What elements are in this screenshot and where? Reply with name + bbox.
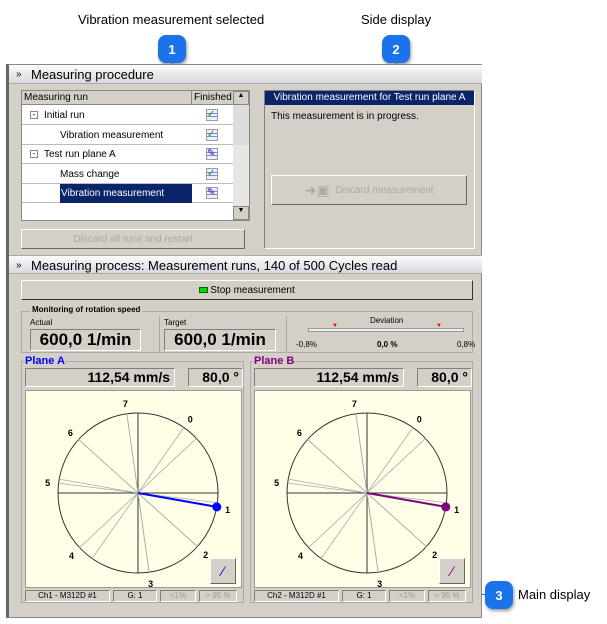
position-label: 2 <box>203 550 208 560</box>
measuring-process-header[interactable]: » Measuring process: Measurement runs, 14… <box>9 255 482 274</box>
callout-label-3: Main display <box>518 587 591 602</box>
position-label: 5 <box>274 478 279 488</box>
measuring-run-tree: Measuring run Finished ▲ ▼ - Initial run ✓… <box>21 90 250 221</box>
side-display-text: This measurement is in progress. <box>271 111 419 122</box>
side-display-title: Vibration measurement for Test run plane… <box>265 91 474 105</box>
plane-title: Plane A <box>25 355 65 367</box>
angle-value: 80,0 ° <box>188 368 243 387</box>
actual-speed: 600,0 1/min <box>30 329 141 351</box>
position-label: 1 <box>454 505 459 515</box>
channel-label: Ch2 - M312D #1 <box>254 590 339 602</box>
side-display: Vibration measurement for Test run plane… <box>264 90 475 249</box>
tree-row[interactable]: Vibration measurement ✓ <box>22 126 233 145</box>
scrollbar[interactable]: ▲ ▼ <box>233 91 249 220</box>
stop-label: Stop measurement <box>210 284 295 296</box>
tree-row[interactable]: Vibration measurement ✎ <box>22 184 233 203</box>
rotation-monitor: Monitoring of rotation speed Actual 600,… <box>21 305 476 353</box>
position-label: 4 <box>298 551 303 561</box>
position-label: 2 <box>432 550 437 560</box>
finished-check-icon: ✓ <box>206 167 218 180</box>
section-title: Measuring process: Measurement runs, 140… <box>31 258 398 273</box>
deviation-value: 0,0 % <box>377 340 398 349</box>
discard-icon: ➜▣ <box>304 181 330 198</box>
in-progress-edit-icon: ✎ <box>206 187 218 199</box>
plane-panel: Plane A 112,54 mm/s 80,0 ° ⁄ Ch1 - M312D #1 G… <box>21 355 244 603</box>
tree-row-label: Test run plane A <box>44 149 116 160</box>
section-title: Measuring procedure <box>31 67 154 82</box>
tree-row-label: Mass change <box>60 168 120 180</box>
polar-chart: 0 1 2 3 4 5 6 7 <box>274 399 459 587</box>
upper-limit-label: > 95 % <box>199 590 237 602</box>
position-label: 5 <box>45 478 50 488</box>
tree-row[interactable]: Mass change ✓ <box>22 165 233 184</box>
position-label: 6 <box>297 428 302 438</box>
application-window: » Measuring procedure Measuring run Finis… <box>6 64 482 618</box>
magnitude-value: 112,54 mm/s <box>254 368 404 387</box>
collapse-icon: » <box>16 69 22 80</box>
position-label: 6 <box>68 428 73 438</box>
plane-panel: Plane B 112,54 mm/s 80,0 ° ⁄ Ch2 - M312D #1 G… <box>250 355 473 603</box>
discard-all-button[interactable]: Discard all runs and restart <box>21 229 245 249</box>
lower-limit-label: <1% <box>160 590 196 602</box>
position-label: 1 <box>225 505 230 515</box>
tree-row-label: Vibration measurement <box>60 129 164 141</box>
position-label: 3 <box>377 579 382 587</box>
deviation-min: -0,8% <box>296 340 317 349</box>
deviation-label: Deviation <box>370 316 404 325</box>
measuring-procedure-header[interactable]: » Measuring procedure <box>9 65 482 84</box>
upper-limit-label: > 95 % <box>428 590 466 602</box>
gain-label: G: 1 <box>113 590 157 602</box>
collapse-tree-icon: - <box>30 150 38 158</box>
channel-label: Ch1 - M312D #1 <box>25 590 110 602</box>
finished-check-icon: ✓ <box>206 128 218 141</box>
column-finished[interactable]: Finished <box>192 91 233 105</box>
deviation-max: 0,8% <box>457 340 476 349</box>
position-label: 0 <box>417 414 422 424</box>
position-label: 4 <box>69 551 74 561</box>
callout-1: 1 <box>158 35 186 63</box>
callout-label-1: Vibration measurement selected <box>78 12 265 27</box>
discard-measurement-label: Discard measurement <box>335 184 434 196</box>
collapse-icon: » <box>16 260 22 271</box>
discard-measurement-button[interactable]: ➜▣ Discard measurement <box>271 175 467 205</box>
position-label: 7 <box>123 399 128 409</box>
gain-label: G: 1 <box>342 590 386 602</box>
position-label: 0 <box>188 414 193 424</box>
column-measuring-run[interactable]: Measuring run <box>22 91 192 105</box>
status-led-icon <box>199 287 209 293</box>
tree-row-label: Initial run <box>44 110 85 121</box>
callout-2: 2 <box>382 35 410 63</box>
polar-chart: 0 1 2 3 4 5 6 7 <box>45 399 230 587</box>
limit-marker-icon: ▼ <box>436 323 442 329</box>
tree-row-label: Vibration measurement <box>60 184 192 203</box>
position-label: 7 <box>352 399 357 409</box>
position-label: 3 <box>148 579 153 587</box>
callout-label-2: Side display <box>361 12 432 27</box>
vibration-vector <box>137 492 217 508</box>
limit-marker-icon: ▼ <box>332 323 338 329</box>
plane-title: Plane B <box>254 355 295 367</box>
angle-value: 80,0 ° <box>417 368 472 387</box>
in-progress-edit-icon: ✎ <box>206 148 218 160</box>
lower-limit-label: <1% <box>389 590 425 602</box>
vector-endpoint <box>212 502 222 512</box>
actual-label: Actual <box>30 318 53 327</box>
tree-row[interactable]: - Initial run ✓ <box>22 106 233 125</box>
target-speed: 600,0 1/min <box>164 329 276 351</box>
magnitude-value: 112,54 mm/s <box>25 368 175 387</box>
collapse-tree-icon: - <box>30 111 38 119</box>
vector-endpoint <box>441 502 451 512</box>
tree-row[interactable]: - Test run plane A ✎ <box>22 145 233 164</box>
monitor-title: Monitoring of rotation speed <box>30 305 143 314</box>
callout-3: 3 <box>485 581 513 609</box>
target-label: Target <box>164 318 187 327</box>
stop-measurement-button[interactable]: Stop measurement <box>21 280 473 300</box>
vibration-vector <box>366 492 446 508</box>
finished-check-icon: ✓ <box>206 109 218 121</box>
